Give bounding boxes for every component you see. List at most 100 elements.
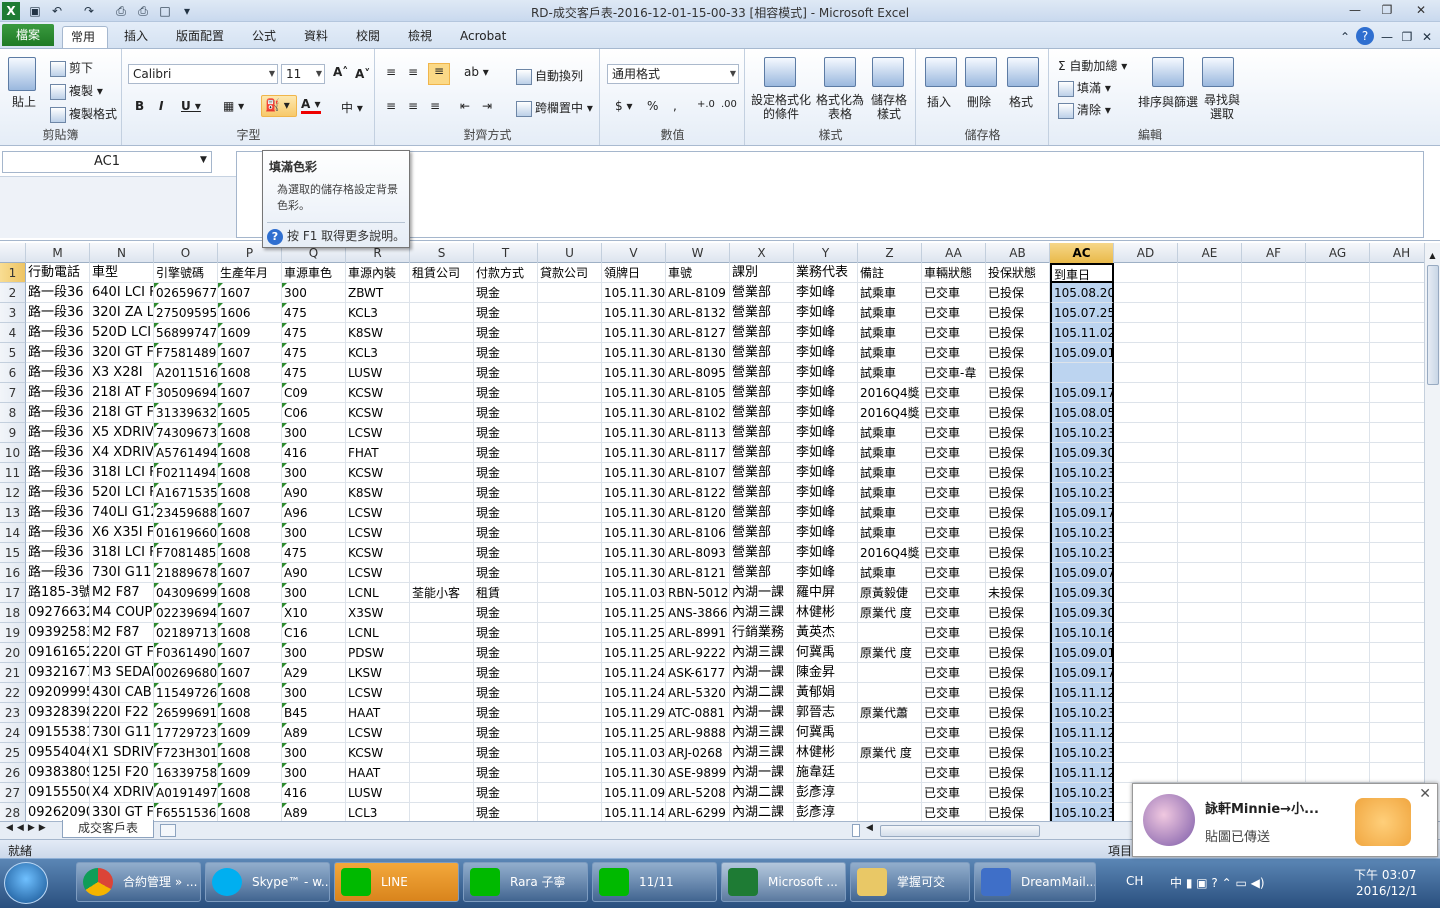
cell-u15[interactable]	[538, 543, 602, 563]
cell-ae11[interactable]	[1178, 463, 1242, 483]
cell-aa14[interactable]: 已交車	[922, 523, 986, 543]
shrink-font-button[interactable]: A˅	[355, 67, 370, 81]
cell-s1[interactable]: 租賃公司	[410, 263, 474, 283]
cell-u27[interactable]	[538, 783, 602, 803]
cell-x6[interactable]: 營業部	[730, 363, 794, 383]
cell-aa26[interactable]: 已交車	[922, 763, 986, 783]
cell-t21[interactable]: 現金	[474, 663, 538, 683]
cell-z1[interactable]: 備註	[858, 263, 922, 283]
cell-ae23[interactable]	[1178, 703, 1242, 723]
cell-aa13[interactable]: 已交車	[922, 503, 986, 523]
cell-af21[interactable]	[1242, 663, 1306, 683]
cell-v27[interactable]: 105.11.09	[602, 783, 666, 803]
cell-ac10[interactable]: 105.09.30	[1050, 443, 1114, 463]
cell-ac21[interactable]: 105.09.17	[1050, 663, 1114, 683]
cell-m20[interactable]: 09161652	[26, 643, 90, 663]
cell-p16[interactable]: 1607	[218, 563, 282, 583]
clear-button[interactable]: 清除 ▾	[1058, 101, 1111, 119]
cell-o20[interactable]: F0361490	[154, 643, 218, 663]
cell-q12[interactable]: A90	[282, 483, 346, 503]
scroll-up-icon[interactable]: ▲	[1426, 251, 1439, 263]
cell-af16[interactable]	[1242, 563, 1306, 583]
cell-t17[interactable]: 租賃	[474, 583, 538, 603]
cell-z20[interactable]: 原業代 度	[858, 643, 922, 663]
underline-button[interactable]: U ▾	[181, 99, 201, 113]
vertical-scrollbar[interactable]: ▲	[1424, 243, 1440, 821]
cell-n10[interactable]: X4 XDRIVE	[90, 443, 154, 463]
tab-file[interactable]: 檔案	[2, 24, 54, 46]
cell-s12[interactable]	[410, 483, 474, 503]
cell-u24[interactable]	[538, 723, 602, 743]
cell-af26[interactable]	[1242, 763, 1306, 783]
cell-ae1[interactable]	[1178, 263, 1242, 283]
cell-u10[interactable]	[538, 443, 602, 463]
cell-w2[interactable]: ARL-8109	[666, 283, 730, 303]
cell-z16[interactable]: 試乘車	[858, 563, 922, 583]
cell-ag10[interactable]	[1306, 443, 1370, 463]
cell-r26[interactable]: HAAT	[346, 763, 410, 783]
cell-t18[interactable]: 現金	[474, 603, 538, 623]
cell-m13[interactable]: 路一段36	[26, 503, 90, 523]
cell-x25[interactable]: 內湖三課	[730, 743, 794, 763]
cell-u18[interactable]	[538, 603, 602, 623]
cell-ah3[interactable]	[1370, 303, 1424, 323]
cell-t23[interactable]: 現金	[474, 703, 538, 723]
cell-y12[interactable]: 李如峰	[794, 483, 858, 503]
cell-y16[interactable]: 李如峰	[794, 563, 858, 583]
cell-aa20[interactable]: 已交車	[922, 643, 986, 663]
cell-ae24[interactable]	[1178, 723, 1242, 743]
cell-ag26[interactable]	[1306, 763, 1370, 783]
cell-ad8[interactable]	[1114, 403, 1178, 423]
cell-q25[interactable]: 300	[282, 743, 346, 763]
cell-z11[interactable]: 試乘車	[858, 463, 922, 483]
cell-v23[interactable]: 105.11.29	[602, 703, 666, 723]
taskbar-skype[interactable]: Skype™ - w...	[205, 862, 330, 902]
cell-r9[interactable]: LCSW	[346, 423, 410, 443]
cell-n19[interactable]: M2 F87	[90, 623, 154, 643]
cell-af5[interactable]	[1242, 343, 1306, 363]
cell-q26[interactable]: 300	[282, 763, 346, 783]
cell-z17[interactable]: 原黃毅倢	[858, 583, 922, 603]
cell-y15[interactable]: 李如峰	[794, 543, 858, 563]
cell-q6[interactable]: 475	[282, 363, 346, 383]
cell-r22[interactable]: LCSW	[346, 683, 410, 703]
tab-acrobat[interactable]: Acrobat	[452, 26, 514, 48]
taskbar-1111[interactable]: 11/11	[592, 862, 717, 902]
cell-ah21[interactable]	[1370, 663, 1424, 683]
cell-u1[interactable]: 貸款公司	[538, 263, 602, 283]
cell-m11[interactable]: 路一段36	[26, 463, 90, 483]
cell-n4[interactable]: 520D LCI F	[90, 323, 154, 343]
cell-ag21[interactable]	[1306, 663, 1370, 683]
cell-m19[interactable]: 09392583	[26, 623, 90, 643]
cell-ab3[interactable]: 已投保	[986, 303, 1050, 323]
cell-v28[interactable]: 105.11.14	[602, 803, 666, 821]
cell-s16[interactable]	[410, 563, 474, 583]
cell-aa16[interactable]: 已交車	[922, 563, 986, 583]
cell-q24[interactable]: A89	[282, 723, 346, 743]
cell-aa1[interactable]: 車輛狀態	[922, 263, 986, 283]
cell-t27[interactable]: 現金	[474, 783, 538, 803]
language-indicator[interactable]: CH	[1126, 874, 1143, 888]
cell-v26[interactable]: 105.11.30	[602, 763, 666, 783]
autosum-button[interactable]: Σ 自動加總 ▾	[1058, 57, 1127, 74]
cell-aa11[interactable]: 已交車	[922, 463, 986, 483]
cell-ac11[interactable]: 105.10.23	[1050, 463, 1114, 483]
cell-w3[interactable]: ARL-8132	[666, 303, 730, 323]
cell-v12[interactable]: 105.11.30	[602, 483, 666, 503]
cell-af19[interactable]	[1242, 623, 1306, 643]
cell-o23[interactable]: 26599691	[154, 703, 218, 723]
cell-m22[interactable]: 09209995	[26, 683, 90, 703]
cell-s6[interactable]	[410, 363, 474, 383]
cell-v14[interactable]: 105.11.30	[602, 523, 666, 543]
cell-w27[interactable]: ARL-5208	[666, 783, 730, 803]
cell-p3[interactable]: 1606	[218, 303, 282, 323]
cell-ah24[interactable]	[1370, 723, 1424, 743]
cell-q17[interactable]: 300	[282, 583, 346, 603]
cell-n22[interactable]: 430I CAB L	[90, 683, 154, 703]
cell-aa12[interactable]: 已交車	[922, 483, 986, 503]
cell-v25[interactable]: 105.11.03	[602, 743, 666, 763]
cell-m3[interactable]: 路一段36	[26, 303, 90, 323]
cell-y13[interactable]: 李如峰	[794, 503, 858, 523]
cell-m26[interactable]: 09383809	[26, 763, 90, 783]
column-header-n[interactable]: N	[90, 243, 154, 263]
